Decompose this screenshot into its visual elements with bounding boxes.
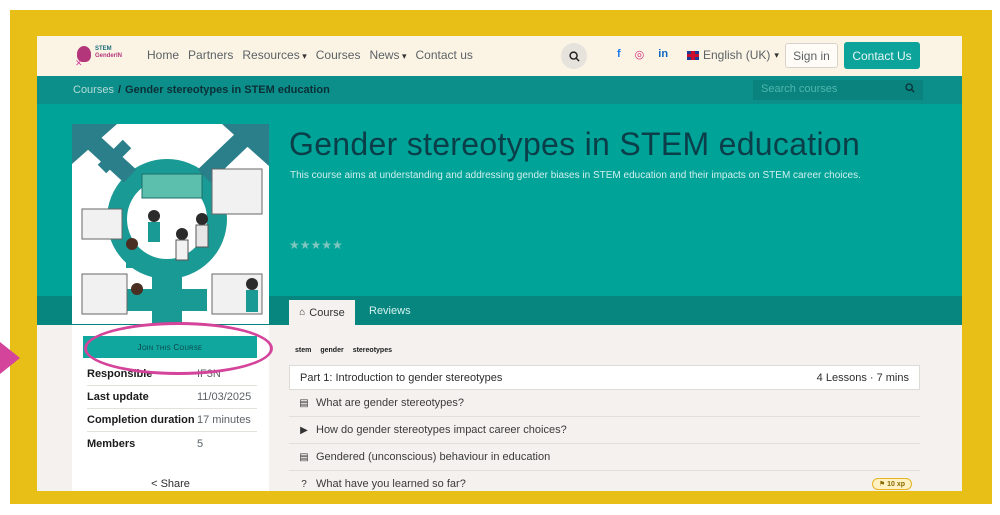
search-icon (568, 50, 580, 62)
tab-course[interactable]: ⌂ Course (289, 300, 355, 325)
info-label: Completion duration (87, 414, 195, 426)
menu-item-courses[interactable]: Courses (316, 48, 361, 62)
search-icon[interactable] (905, 83, 915, 96)
info-row: Members 5 (87, 432, 257, 455)
menu-item-news[interactable]: News (369, 48, 406, 62)
language-label: English (UK) (703, 48, 771, 62)
section-title: Part 1: Introduction to gender stereotyp… (300, 371, 503, 384)
course-content-list: Part 1: Introduction to gender stereotyp… (289, 365, 920, 491)
tag-gender[interactable]: gender (320, 347, 343, 354)
chevron-down-icon: ▾ (774, 49, 779, 60)
quiz-icon: ? (301, 478, 307, 490)
flag-icon: ⚑ (878, 481, 886, 488)
site-logo[interactable]: ✕ STEM GenderIN (75, 44, 123, 68)
video-icon: ▶ (300, 424, 308, 436)
frame-border-top (10, 10, 992, 36)
info-value: 5 (197, 437, 204, 450)
course-title: Gender stereotypes in STEM education (289, 126, 861, 162)
course-search-placeholder: Search courses (761, 83, 838, 95)
tag-stereotypes[interactable]: stereotypes (353, 347, 392, 354)
info-value: 17 minutes (197, 414, 251, 426)
browser-viewport: ✕ STEM GenderIN Home Partners Resources … (37, 36, 962, 491)
menu-item-home[interactable]: Home (147, 48, 179, 62)
logo-cross-icon: ✕ (75, 58, 83, 68)
lesson-item[interactable]: ▶ How do gender stereotypes impact caree… (289, 417, 920, 444)
instagram-icon[interactable]: ◎ (635, 48, 645, 61)
lesson-title: What are gender stereotypes? (316, 397, 464, 409)
sign-in-button[interactable]: Sign in (785, 43, 838, 68)
home-icon: ⌂ (299, 307, 306, 318)
uk-flag-icon (687, 50, 699, 60)
share-button[interactable]: < Share (72, 478, 269, 490)
highlight-oval (84, 322, 273, 375)
info-row: Completion duration 17 minutes (87, 409, 257, 432)
course-description: This course aims at understanding and ad… (290, 170, 861, 181)
course-cover-illustration (72, 124, 269, 324)
document-icon: ▤ (299, 451, 309, 463)
xp-badge-label: 10 xp (887, 481, 905, 488)
frame-border-right (962, 10, 992, 502)
facebook-icon[interactable]: f (617, 48, 621, 61)
logo-text-top: STEM (95, 46, 112, 52)
contact-us-button[interactable]: Contact Us (844, 42, 920, 69)
lesson-title: What have you learned so far? (316, 478, 466, 490)
info-label: Members (87, 437, 136, 450)
course-search-input[interactable]: Search courses (753, 80, 923, 100)
info-value: 11/03/2025 (197, 391, 252, 403)
tab-reviews[interactable]: Reviews (369, 305, 411, 317)
social-links: f ◎ in (617, 48, 668, 61)
logo-text-bottom: GenderIN (95, 53, 123, 59)
breadcrumb-courses-link[interactable]: Courses (73, 84, 114, 96)
language-selector[interactable]: English (UK) ▾ (687, 48, 779, 62)
xp-badge: ⚑ 10 xp (871, 478, 912, 490)
main-menu: Home Partners Resources Courses News Con… (147, 48, 473, 62)
breadcrumb: Courses / Gender stereotypes in STEM educa… (73, 84, 330, 96)
breadcrumb-bar: Courses / Gender stereotypes in STEM educa… (37, 76, 962, 104)
section-header[interactable]: Part 1: Introduction to gender stereotyp… (289, 365, 920, 390)
lesson-item[interactable]: ▤ What are gender stereotypes? (289, 390, 920, 417)
search-button[interactable] (561, 43, 587, 69)
course-tags: stem gender stereotypes (295, 347, 392, 354)
lesson-item[interactable]: ▤ Gendered (unconscious) behaviour in ed… (289, 444, 920, 471)
lesson-title: How do gender stereotypes impact career … (316, 424, 567, 436)
menu-item-resources[interactable]: Resources (242, 48, 306, 62)
linkedin-icon[interactable]: in (658, 48, 668, 61)
menu-item-contact[interactable]: Contact us (416, 48, 473, 62)
frame-border-left (10, 10, 37, 502)
share-label: Share (160, 478, 190, 490)
info-row: Last update 11/03/2025 (87, 386, 257, 409)
frame-border-bottom (10, 491, 992, 504)
section-meta: 4 Lessons · 7 mins (816, 371, 909, 384)
top-navbar: ✕ STEM GenderIN Home Partners Resources … (37, 36, 962, 76)
tab-course-label: Course (309, 306, 345, 319)
rating-stars[interactable]: ★★★★★ (289, 238, 343, 252)
breadcrumb-separator: / (117, 84, 122, 96)
breadcrumb-current: Gender stereotypes in STEM education (125, 84, 330, 96)
course-cover-image (72, 124, 269, 324)
lesson-item[interactable]: ? What have you learned so far? ⚑ 10 xp (289, 471, 920, 491)
course-info-table: Responsible IF3N Last update 11/03/2025 … (87, 363, 257, 455)
info-label: Last update (87, 391, 149, 403)
document-icon: ▤ (299, 397, 309, 409)
menu-item-partners[interactable]: Partners (188, 48, 233, 62)
tag-stem[interactable]: stem (295, 347, 311, 354)
lesson-title: Gendered (unconscious) behaviour in educ… (316, 451, 551, 463)
share-icon: < (151, 478, 158, 490)
